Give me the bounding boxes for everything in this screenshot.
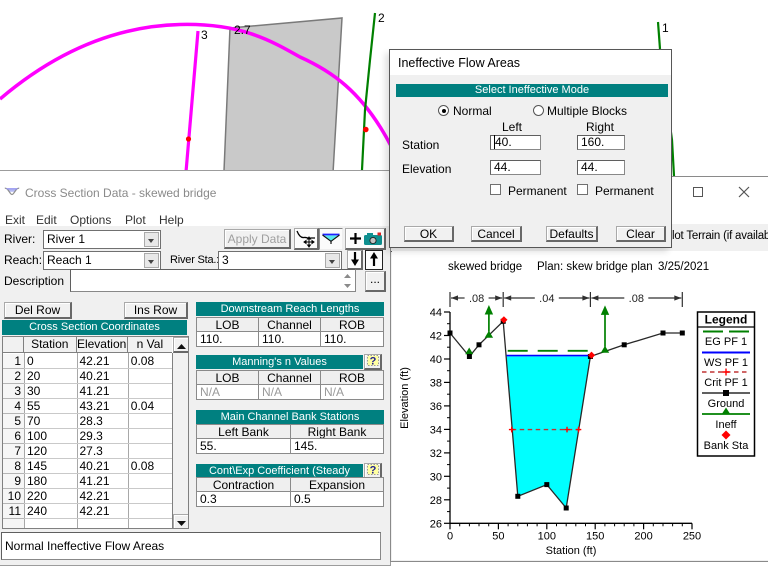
svg-text:2.7: 2.7 (234, 23, 251, 37)
svg-text:.04: .04 (539, 293, 554, 305)
svg-text:26: 26 (430, 518, 442, 530)
svg-text:WS PF 1: WS PF 1 (704, 357, 748, 369)
svg-text:3: 3 (201, 28, 208, 42)
svg-text:Plan: skew bridge plan: Plan: skew bridge plan (537, 261, 653, 273)
svg-text:28: 28 (430, 495, 442, 507)
svg-text:Station (ft): Station (ft) (546, 545, 597, 557)
svg-text:.08: .08 (629, 293, 644, 305)
svg-text:?: ? (369, 356, 376, 368)
svg-text:skewed bridge: skewed bridge (448, 261, 522, 273)
svg-text:Crit PF 1: Crit PF 1 (704, 377, 747, 389)
svg-text:42: 42 (430, 331, 442, 343)
svg-text:30: 30 (430, 471, 442, 483)
svg-text:50: 50 (492, 530, 504, 542)
svg-text:250: 250 (683, 530, 701, 542)
svg-text:100: 100 (538, 530, 556, 542)
svg-text:200: 200 (634, 530, 652, 542)
svg-text:150: 150 (586, 530, 604, 542)
svg-text:32: 32 (430, 448, 442, 460)
svg-text:38: 38 (430, 377, 442, 389)
svg-text:40: 40 (430, 354, 442, 366)
svg-text:?: ? (369, 465, 376, 477)
svg-text:34: 34 (430, 424, 442, 436)
svg-text:Bank Sta: Bank Sta (704, 440, 750, 452)
svg-text:1: 1 (662, 21, 669, 35)
svg-text:2: 2 (378, 11, 385, 25)
svg-text:Elevation (ft): Elevation (ft) (399, 367, 411, 429)
svg-text:.08: .08 (469, 293, 484, 305)
svg-text:Ineff: Ineff (715, 419, 737, 431)
svg-text:44: 44 (430, 307, 442, 319)
svg-text:3/25/2021: 3/25/2021 (658, 261, 709, 273)
svg-text:EG PF 1: EG PF 1 (705, 336, 747, 348)
svg-text:0: 0 (447, 530, 453, 542)
svg-text:Legend: Legend (705, 313, 748, 327)
svg-text:36: 36 (430, 401, 442, 413)
